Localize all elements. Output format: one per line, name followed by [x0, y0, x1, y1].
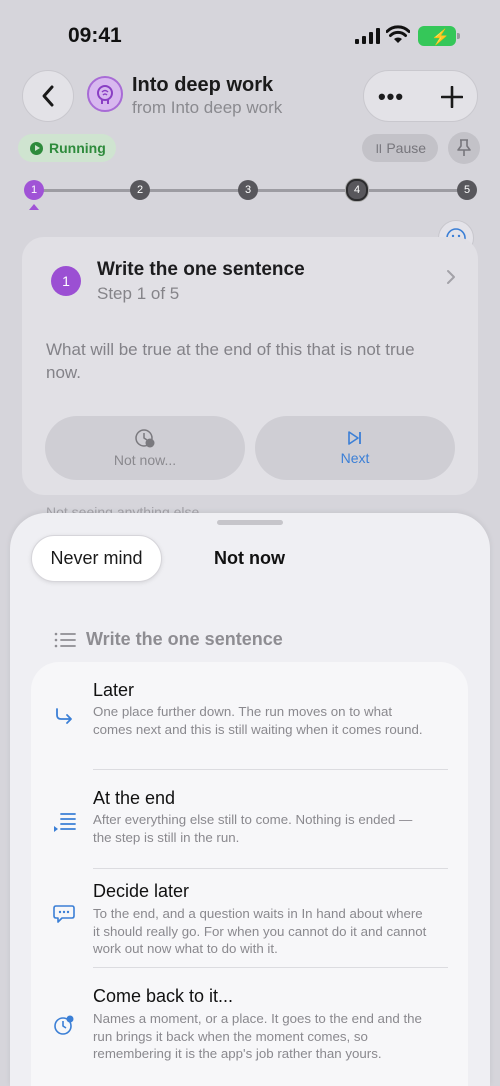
- play-icon: [30, 141, 43, 155]
- battery-charging-icon: ⚡: [418, 26, 460, 46]
- speech-bubble-icon: [53, 905, 75, 923]
- sheet-section-header: Write the one sentence: [54, 629, 283, 650]
- option-list: Later One place further down. The run mo…: [31, 662, 468, 1086]
- step-dot-4[interactable]: 4: [346, 179, 368, 201]
- step-card[interactable]: 1 Write the one sentence Step 1 of 5 Wha…: [22, 237, 478, 495]
- current-step-caret: [29, 204, 39, 210]
- clock-badge-icon: [54, 1015, 74, 1035]
- never-mind-button[interactable]: Never mind: [31, 535, 162, 582]
- add-button[interactable]: [434, 79, 470, 115]
- option-description: To the end, and a question waits in In h…: [93, 906, 427, 956]
- option-description: After everything else still to come. Not…: [93, 812, 413, 845]
- clock-question-icon: [135, 429, 155, 448]
- not-now-label: Not now...: [113, 452, 177, 468]
- arrow-turn-right-icon: [56, 708, 72, 724]
- header-actions: •••: [363, 70, 478, 122]
- page-subtitle: from Into deep work: [132, 98, 283, 117]
- section-title: Write the one sentence: [86, 629, 283, 649]
- option-title: Decide later: [93, 881, 190, 901]
- more-icon: •••: [377, 84, 405, 109]
- brain-head-icon: [97, 85, 113, 104]
- option-title: At the end: [93, 788, 176, 808]
- option-title: Come back to it...: [93, 986, 234, 1006]
- sheet-title: Not now: [214, 548, 285, 568]
- step-dot-1[interactable]: 1: [24, 180, 44, 200]
- next-button[interactable]: Next: [255, 416, 455, 480]
- step-dot-2[interactable]: 2: [130, 180, 150, 200]
- status-time: 09:41: [68, 24, 122, 47]
- status-bar: 09:41 ⚡: [0, 0, 500, 70]
- skip-forward-icon: [348, 431, 361, 445]
- step-prompt: What will be true at the end of this tha…: [46, 340, 415, 382]
- step-dot-5[interactable]: 5: [457, 180, 477, 200]
- sheet-grabber[interactable]: [217, 520, 283, 525]
- option-description: One place further down. The run moves on…: [93, 704, 423, 737]
- step-progress-label: Step 1 of 5: [97, 284, 180, 303]
- option-decide-later[interactable]: Decide later To the end, and a question …: [31, 869, 468, 967]
- pin-icon: [457, 139, 471, 156]
- pin-button[interactable]: [448, 132, 480, 164]
- option-title: Later: [93, 680, 135, 700]
- chevron-right-icon: [447, 270, 455, 284]
- step-dot-3[interactable]: 3: [238, 180, 258, 200]
- not-now-button[interactable]: Not now...: [45, 416, 245, 480]
- page-title: Into deep work: [132, 74, 274, 96]
- chevron-left-icon: [42, 85, 54, 107]
- not-now-sheet: Never mind Not now Write the one sentenc…: [10, 513, 490, 1086]
- step-number-badge: 1: [51, 266, 81, 296]
- routine-avatar: [87, 76, 123, 112]
- cellular-signal-icon: [355, 28, 380, 44]
- option-later[interactable]: Later One place further down. The run mo…: [31, 662, 468, 770]
- running-badge: Running: [18, 134, 116, 162]
- running-label: Running: [49, 140, 106, 156]
- wifi-icon: [386, 25, 410, 43]
- option-description: Names a moment, or a place. It goes to t…: [93, 1011, 422, 1061]
- option-come-back-to-it[interactable]: Come back to it... Names a moment, or a …: [31, 968, 468, 1086]
- step-title: Write the one sentence: [97, 259, 305, 280]
- numbered-list-icon: [54, 632, 76, 647]
- list-end-icon: [54, 813, 76, 832]
- more-button[interactable]: •••: [376, 83, 406, 111]
- pause-label: Pause: [386, 140, 427, 156]
- pause-icon: ॥: [373, 139, 383, 156]
- plus-icon: [441, 86, 463, 108]
- pause-button[interactable]: ॥ Pause: [362, 134, 438, 162]
- option-at-the-end[interactable]: At the end After everything else still t…: [31, 770, 468, 868]
- next-label: Next: [340, 450, 370, 466]
- back-button[interactable]: [22, 70, 74, 122]
